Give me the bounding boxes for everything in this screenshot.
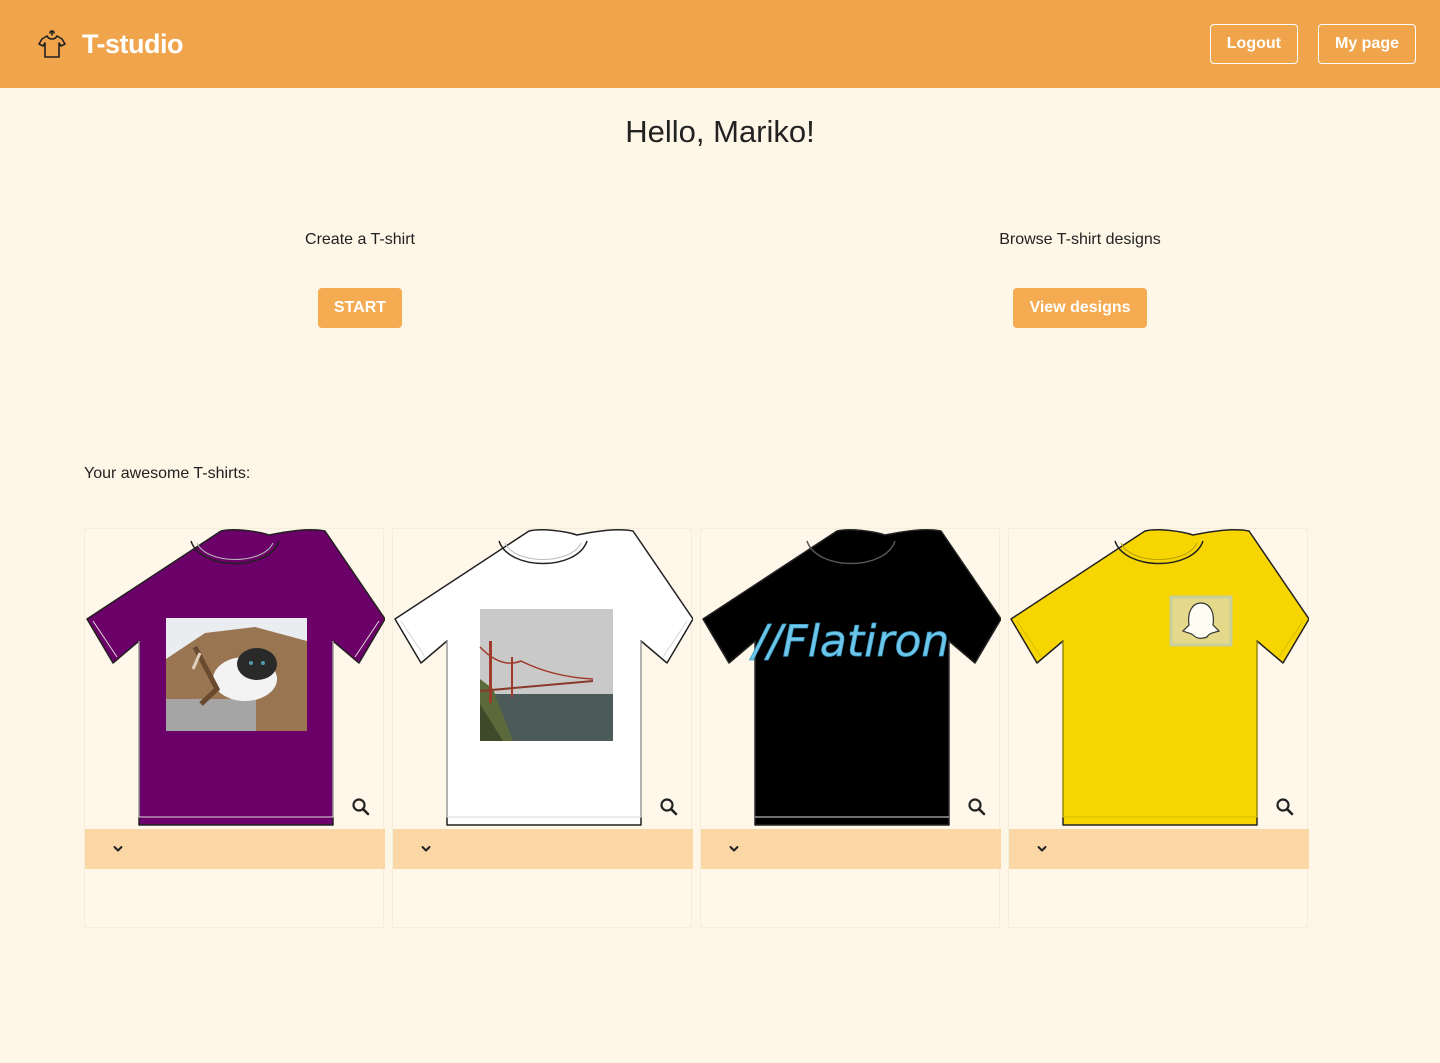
tshirt-card[interactable]: //Flatiron	[700, 528, 1001, 928]
tshirt-image	[394, 529, 693, 826]
tshirt-body	[1010, 529, 1309, 826]
brand[interactable]: T-studio	[36, 28, 183, 60]
card-expand-bar[interactable]	[85, 829, 385, 869]
browse-designs-section: Browse T-shirt designs View designs	[780, 228, 1380, 328]
tshirt-image	[1010, 529, 1309, 826]
flatiron-text-design: //Flatiron	[749, 616, 950, 667]
tshirt-card[interactable]	[392, 528, 693, 928]
tshirt-image: //Flatiron	[702, 529, 1001, 826]
brand-name: T-studio	[82, 28, 183, 59]
cat-photo-design	[166, 618, 307, 731]
tshirt-hanger-icon	[38, 30, 66, 58]
card-expand-bar[interactable]	[701, 829, 1001, 869]
chevron-down-icon	[113, 846, 123, 852]
collection-title: Your awesome T-shirts:	[84, 465, 251, 482]
card-expand-bar[interactable]	[393, 829, 693, 869]
tshirt-body	[702, 529, 1001, 826]
tshirt-card[interactable]	[1008, 528, 1309, 928]
tshirt-grid: //Flatiron	[84, 528, 1309, 928]
golden-gate-photo-design	[479, 609, 613, 741]
chevron-down-icon	[729, 846, 739, 852]
my-page-button[interactable]: My page	[1317, 24, 1416, 64]
tshirt-card[interactable]	[84, 528, 385, 928]
start-button[interactable]: START	[317, 288, 403, 328]
tshirt-image	[86, 529, 385, 826]
greeting-heading: Hello, Mariko!	[625, 114, 815, 149]
logout-button[interactable]: Logout	[1209, 24, 1298, 64]
browse-designs-label: Browse T-shirt designs	[999, 231, 1161, 248]
chevron-down-icon	[421, 846, 431, 852]
zoom-magnifier-icon[interactable]	[659, 797, 679, 817]
zoom-magnifier-icon[interactable]	[351, 797, 371, 817]
zoom-magnifier-icon[interactable]	[1275, 797, 1295, 817]
view-designs-button[interactable]: View designs	[1013, 288, 1147, 328]
card-expand-bar[interactable]	[1009, 829, 1309, 869]
snapchat-ghost-design	[1169, 595, 1233, 647]
chevron-down-icon	[1037, 846, 1047, 852]
create-tshirt-label: Create a T-shirt	[305, 231, 415, 248]
top-nav-bar: T-studio Logout My page	[0, 0, 1440, 88]
create-tshirt-section: Create a T-shirt START	[60, 228, 660, 328]
zoom-magnifier-icon[interactable]	[967, 797, 987, 817]
